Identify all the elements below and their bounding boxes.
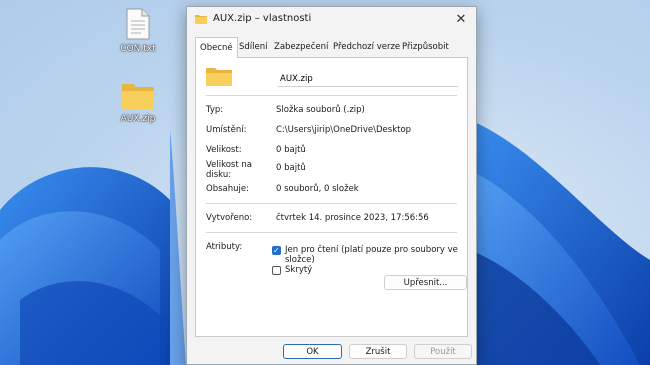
properties-window: AUX.zip – vlastnosti ✕ Obecné Sdílení Za… [186,6,477,365]
contains-value: 0 souborů, 0 složek [276,184,359,194]
location-label: Umístění: [206,125,247,135]
tab-general[interactable]: Obecné [195,37,238,58]
folder-icon [206,68,232,86]
created-label: Vytvořeno: [206,213,253,223]
readonly-label: Jen pro čtení (platí pouze pro soubory v… [285,245,458,265]
close-icon: ✕ [455,12,467,27]
tab-previous-versions[interactable]: Předchozí verze [333,38,400,56]
hidden-label: Skrytý [285,265,313,275]
readonly-checkbox[interactable] [272,246,281,255]
advanced-button[interactable]: Upřesnit... [384,275,467,290]
apply-button[interactable]: Použít [414,344,472,359]
tab-security[interactable]: Zabezpečení [274,38,328,56]
desktop-icon-con[interactable]: CON.txt [108,8,168,54]
close-button[interactable]: ✕ [452,11,470,29]
created-value: čtvrtek 14. prosince 2023, 17:56:56 [276,213,429,223]
general-panel: Typ: Složka souborů (.zip) Umístění: C:\… [195,57,468,337]
size-label: Velikost: [206,145,242,155]
folder-icon [195,15,207,24]
hidden-checkbox[interactable] [272,266,281,275]
tab-sharing[interactable]: Sdílení [239,38,268,56]
desktop-icon-label: AUX.zip [120,114,156,124]
divider [206,232,457,233]
name-input[interactable] [278,71,458,87]
location-value: C:\Users\jirip\OneDrive\Desktop [276,125,412,135]
ok-button[interactable]: OK [283,344,342,359]
divider [206,203,457,204]
attributes-label: Atributy: [206,242,243,252]
type-value: Složka souborů (.zip) [276,105,365,115]
text-file-icon [126,8,150,40]
folder-icon [122,84,154,109]
size-on-disk-value: 0 bajtů [276,163,306,173]
title-bar[interactable]: AUX.zip – vlastnosti ✕ [187,7,476,33]
size-on-disk-label: Velikost na disku: [206,160,252,180]
size-value: 0 bajtů [276,145,306,155]
desktop-icon-label: CON.txt [120,44,156,54]
contains-label: Obsahuje: [206,184,249,194]
tab-customize[interactable]: Přizpůsobit [402,38,449,56]
divider [206,95,457,96]
type-label: Typ: [206,105,224,115]
window-title: AUX.zip – vlastnosti [213,13,312,24]
cancel-button[interactable]: Zrušit [349,344,407,359]
desktop-icon-aux[interactable]: AUX.zip [108,82,168,124]
